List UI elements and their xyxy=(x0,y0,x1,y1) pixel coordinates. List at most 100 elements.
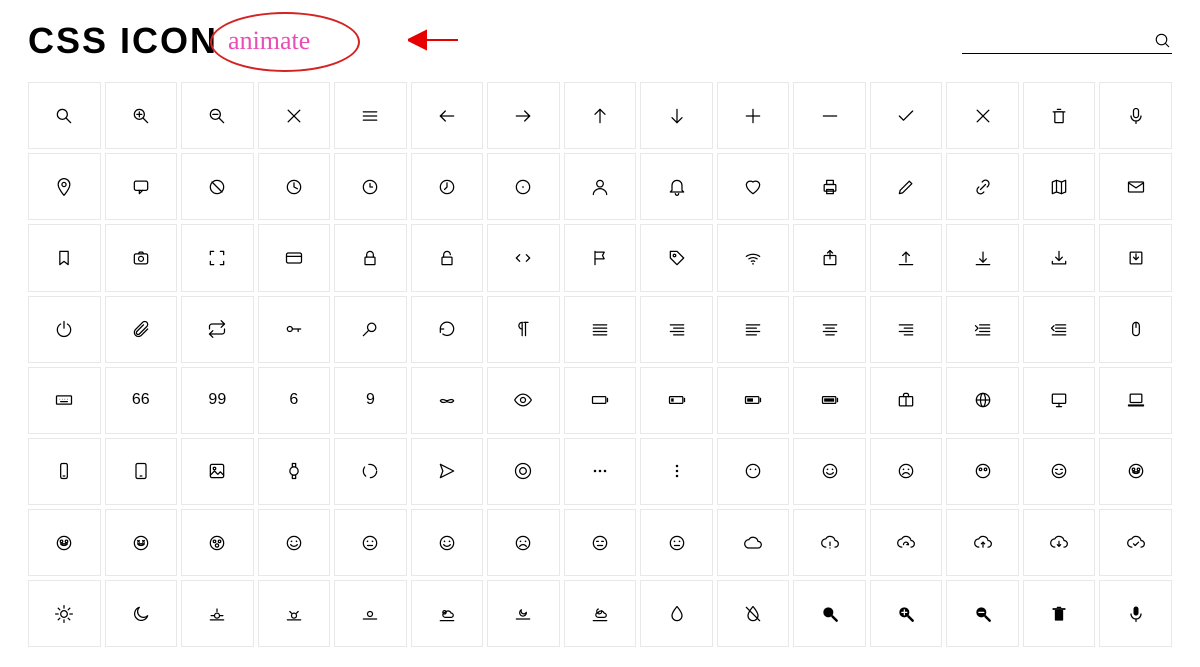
arrow-down-icon[interactable] xyxy=(640,82,713,149)
align-left-icon[interactable] xyxy=(717,296,790,363)
printer-icon[interactable] xyxy=(793,153,866,220)
cloud-down-icon[interactable] xyxy=(1023,509,1096,576)
search-input[interactable] xyxy=(962,29,1154,53)
image-icon[interactable] xyxy=(181,438,254,505)
trash-fill-icon[interactable] xyxy=(1023,580,1096,647)
cloud-sync-icon[interactable] xyxy=(870,509,943,576)
eye-icon[interactable] xyxy=(487,367,560,434)
battery-full-icon[interactable] xyxy=(793,367,866,434)
moon-icon[interactable] xyxy=(105,580,178,647)
comment-icon[interactable] xyxy=(105,153,178,220)
zoom-out-icon[interactable] xyxy=(181,82,254,149)
code-icon[interactable] xyxy=(487,224,560,291)
search-box[interactable] xyxy=(962,29,1172,54)
face-10-icon[interactable] xyxy=(258,509,331,576)
globe-icon[interactable] xyxy=(946,367,1019,434)
briefcase-icon[interactable] xyxy=(870,367,943,434)
zoom-in-icon[interactable] xyxy=(105,82,178,149)
face-14-icon[interactable] xyxy=(564,509,637,576)
bell-icon[interactable] xyxy=(640,153,713,220)
plus-icon[interactable] xyxy=(717,82,790,149)
wifi-icon[interactable] xyxy=(717,224,790,291)
time-alt-icon[interactable] xyxy=(411,153,484,220)
face-12-icon[interactable] xyxy=(411,509,484,576)
lock-icon[interactable] xyxy=(334,224,407,291)
battery-empty-icon[interactable] xyxy=(564,367,637,434)
six-icon[interactable]: 6 xyxy=(258,367,331,434)
quote-right-icon[interactable]: 99 xyxy=(181,367,254,434)
arrow-left-icon[interactable] xyxy=(411,82,484,149)
align-right-icon[interactable] xyxy=(640,296,713,363)
face-15-icon[interactable] xyxy=(640,509,713,576)
tag-icon[interactable] xyxy=(640,224,713,291)
sunrise-icon[interactable] xyxy=(181,580,254,647)
day-cloud-icon[interactable] xyxy=(411,580,484,647)
power-icon[interactable] xyxy=(28,296,101,363)
heart-icon[interactable] xyxy=(717,153,790,220)
face-7-icon[interactable] xyxy=(28,509,101,576)
help-icon[interactable] xyxy=(487,438,560,505)
menu-icon[interactable] xyxy=(334,82,407,149)
watch-icon[interactable] xyxy=(258,438,331,505)
mic-fill-icon[interactable] xyxy=(1099,580,1172,647)
search-icon[interactable] xyxy=(28,82,101,149)
link-icon[interactable] xyxy=(946,153,1019,220)
check-icon[interactable] xyxy=(870,82,943,149)
loading-icon[interactable] xyxy=(334,438,407,505)
times-icon[interactable] xyxy=(946,82,1019,149)
cloud-icon[interactable] xyxy=(717,509,790,576)
battery-mid-icon[interactable] xyxy=(717,367,790,434)
tablet-icon[interactable] xyxy=(105,438,178,505)
indent-icon[interactable] xyxy=(946,296,1019,363)
paragraph-icon[interactable] xyxy=(487,296,560,363)
quote-left-icon[interactable]: 66 xyxy=(105,367,178,434)
trash-icon[interactable] xyxy=(1023,82,1096,149)
face-4-icon[interactable] xyxy=(946,438,1019,505)
search-alt-icon[interactable] xyxy=(334,296,407,363)
keyboard-icon[interactable] xyxy=(28,367,101,434)
day-icon[interactable] xyxy=(334,580,407,647)
edit-icon[interactable] xyxy=(870,153,943,220)
repeat-icon[interactable] xyxy=(181,296,254,363)
flag-icon[interactable] xyxy=(564,224,637,291)
key-icon[interactable] xyxy=(258,296,331,363)
clock-dot-icon[interactable] xyxy=(487,153,560,220)
battery-low-icon[interactable] xyxy=(640,367,713,434)
sun-icon[interactable] xyxy=(28,580,101,647)
face-5-icon[interactable] xyxy=(1023,438,1096,505)
desktop-icon[interactable] xyxy=(1023,367,1096,434)
align-right-2-icon[interactable] xyxy=(870,296,943,363)
laptop-icon[interactable] xyxy=(1099,367,1172,434)
outdent-icon[interactable] xyxy=(1023,296,1096,363)
arrow-up-icon[interactable] xyxy=(564,82,637,149)
search-fill-icon[interactable] xyxy=(793,580,866,647)
download-box-icon[interactable] xyxy=(1099,224,1172,291)
download-alt-icon[interactable] xyxy=(1023,224,1096,291)
camera-icon[interactable] xyxy=(105,224,178,291)
mobile-icon[interactable] xyxy=(28,438,101,505)
night-cloud-icon[interactable] xyxy=(564,580,637,647)
night-icon[interactable] xyxy=(487,580,560,647)
clock-icon[interactable] xyxy=(258,153,331,220)
zoom-out-fill-icon[interactable] xyxy=(946,580,1019,647)
more-v-icon[interactable] xyxy=(640,438,713,505)
map-icon[interactable] xyxy=(1023,153,1096,220)
close-icon[interactable] xyxy=(258,82,331,149)
attachment-icon[interactable] xyxy=(105,296,178,363)
mail-icon[interactable] xyxy=(1099,153,1172,220)
face-8-icon[interactable] xyxy=(105,509,178,576)
face-9-icon[interactable] xyxy=(181,509,254,576)
location-icon[interactable] xyxy=(28,153,101,220)
nine-icon[interactable]: 9 xyxy=(334,367,407,434)
share-icon[interactable] xyxy=(793,224,866,291)
time-icon[interactable] xyxy=(334,153,407,220)
unlock-icon[interactable] xyxy=(411,224,484,291)
undo-icon[interactable] xyxy=(411,296,484,363)
expand-icon[interactable] xyxy=(181,224,254,291)
face-11-icon[interactable] xyxy=(334,509,407,576)
face-3-icon[interactable] xyxy=(870,438,943,505)
more-h-icon[interactable] xyxy=(564,438,637,505)
align-justify-icon[interactable] xyxy=(564,296,637,363)
align-center-icon[interactable] xyxy=(793,296,866,363)
face-1-icon[interactable] xyxy=(717,438,790,505)
